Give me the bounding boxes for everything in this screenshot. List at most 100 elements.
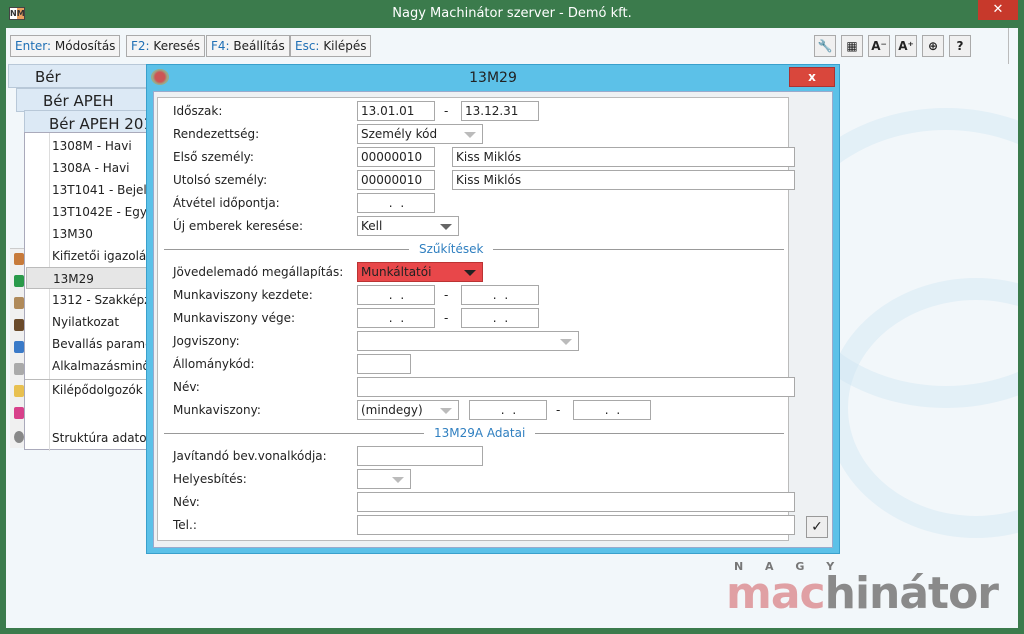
select-value: Személy kód <box>361 127 438 141</box>
dialog-title: 13M29 <box>469 70 517 86</box>
label-allomanykod: Állománykód: <box>173 357 255 371</box>
people-icon <box>14 385 24 397</box>
phone-input[interactable] <box>357 515 795 535</box>
start-from-input[interactable]: . . <box>357 285 435 305</box>
end-to-input[interactable]: . . <box>461 308 539 328</box>
end-from-input[interactable]: . . <box>357 308 435 328</box>
transfer-date-input[interactable]: . . <box>357 193 435 213</box>
chevron-down-icon <box>464 132 476 138</box>
dash: - <box>444 288 449 302</box>
income-tax-select[interactable]: Munkáltatói <box>357 262 483 282</box>
employment-from-input[interactable]: . . <box>469 400 547 420</box>
grid-icon[interactable]: ▦ <box>841 35 863 57</box>
label-jogviszony: Jogviszony: <box>173 334 240 348</box>
label-utolso-szemely: Utolsó személy: <box>173 173 268 187</box>
correction-select[interactable] <box>357 469 411 489</box>
shortcut-key: F2: <box>131 39 150 53</box>
logo-part1: mac <box>726 568 826 619</box>
help-icon[interactable]: ? <box>949 35 971 57</box>
label-elso-szemely: Első személy: <box>173 150 254 164</box>
last-person-code-input[interactable]: 00000010 <box>357 170 435 190</box>
label-kezdete: Munkaviszony kezdete: <box>173 288 313 302</box>
cube-icon <box>14 407 24 419</box>
font-decrease-icon[interactable]: A⁻ <box>868 35 890 57</box>
flask-icon <box>14 253 24 265</box>
shortcut-key: Enter: <box>15 39 52 53</box>
select-value: (mindegy) <box>361 403 423 417</box>
dash: - <box>556 403 561 417</box>
new-people-select[interactable]: Kell <box>357 216 459 236</box>
first-person-name-input[interactable]: Kiss Miklós <box>452 147 795 167</box>
logo-part2: hinátor <box>824 568 999 619</box>
machinator-logo: N A G Y machinátor <box>726 560 1016 628</box>
section-title-13m29a: 13M29A Adatai <box>424 425 536 441</box>
button-label: Keresés <box>153 39 201 53</box>
settings-button[interactable]: F4: Beállítás <box>206 35 290 57</box>
exit-button[interactable]: Esc: Kilépés <box>290 35 372 57</box>
globe-icon[interactable]: ⊕ <box>922 35 944 57</box>
sort-order-select[interactable]: Személy kód <box>357 124 483 144</box>
form: Időszak: 13.01.01 - 13.12.31 Rendezettsé… <box>157 97 795 541</box>
wrench-icon[interactable]: 🔧 <box>814 35 836 57</box>
label-nev-2: Név: <box>173 495 200 509</box>
button-label: Kilépés <box>323 39 367 53</box>
chevron-down-icon <box>440 224 452 230</box>
select-value: Munkáltatói <box>361 265 432 279</box>
shortcut-key: Esc: <box>295 39 320 53</box>
button-label: Beállítás <box>233 39 285 53</box>
window-close-button[interactable]: ✕ <box>978 0 1018 20</box>
label-rendezettseg: Rendezettség: <box>173 127 260 141</box>
font-increase-icon[interactable]: A⁺ <box>895 35 917 57</box>
contact-name-input[interactable] <box>357 492 795 512</box>
label-nev: Név: <box>173 380 200 394</box>
menu-gutter <box>49 133 50 451</box>
chevron-down-icon <box>560 339 572 345</box>
toolbar-divider <box>1008 28 1009 64</box>
select-value: Kell <box>361 219 383 233</box>
legal-relation-select[interactable] <box>357 331 579 351</box>
section-title-szukitesek: Szűkítések <box>409 241 494 257</box>
chevron-down-icon <box>392 477 404 483</box>
panel-ber-adatszolgaltatas[interactable]: Bér adatszolgáltatás <box>8 64 159 110</box>
label-idoszak: Időszak: <box>173 104 223 118</box>
dialog-body: Időszak: 13.01.01 - 13.12.31 Rendezettsé… <box>153 91 833 548</box>
search-button[interactable]: F2: Keresés <box>126 35 206 57</box>
employment-select[interactable]: (mindegy) <box>357 400 459 420</box>
dialog-close-button[interactable]: x <box>789 67 835 87</box>
title-bar: NM Nagy Machinátor szerver - Demó kft. ✕ <box>0 0 1024 28</box>
main-area: Enter: Módosítás F2: Keresés F4: Beállít… <box>6 28 1018 628</box>
last-person-name-input[interactable]: Kiss Miklós <box>452 170 795 190</box>
menu-item-selected[interactable]: 13M29 <box>26 267 166 289</box>
label-munkaviszony: Munkaviszony: <box>173 403 261 417</box>
first-person-code-input[interactable]: 00000010 <box>357 147 435 167</box>
button-label: Módosítás <box>54 39 116 53</box>
chevron-down-icon <box>464 270 476 276</box>
start-to-input[interactable]: . . <box>461 285 539 305</box>
gear-icon <box>14 431 24 443</box>
panel-ber-apeh-adatok[interactable]: Bér APEH adatok <box>16 88 161 134</box>
employment-to-input[interactable]: . . <box>573 400 651 420</box>
submenu: 1308M - Havi 1308A - Havi 13T1041 - Beje… <box>24 132 172 451</box>
dash: - <box>444 311 449 325</box>
ok-button[interactable]: ✓ <box>806 516 828 538</box>
label-javitando: Javítandó bev.vonalkódja: <box>173 449 327 463</box>
barcode-input[interactable] <box>357 446 483 466</box>
window-title: Nagy Machinátor szerver - Demó kft. <box>392 6 632 21</box>
label-tel: Tel.: <box>173 518 197 532</box>
label-uj-emberek: Új emberek keresése: <box>173 219 304 233</box>
shortcut-key: F4: <box>211 39 230 53</box>
label-jovedelemado: Jövedelemadó megállapítás: <box>173 265 344 279</box>
period-to-input[interactable]: 13.12.31 <box>461 101 539 121</box>
book-icon <box>14 319 24 331</box>
chevron-down-icon <box>440 408 452 414</box>
money-icon <box>14 275 24 287</box>
label-atvetel: Átvétel időpontja: <box>173 196 280 210</box>
envelope-icon <box>14 363 24 375</box>
staff-code-input[interactable] <box>357 354 411 374</box>
period-from-input[interactable]: 13.01.01 <box>357 101 435 121</box>
name-input[interactable] <box>357 377 795 397</box>
house-icon <box>14 341 24 353</box>
dash: - <box>444 104 449 118</box>
dialog-13m29: 13M29 x Időszak: 13.01.01 - 13.12.31 Ren… <box>146 64 840 554</box>
modify-button[interactable]: Enter: Módosítás <box>10 35 121 57</box>
